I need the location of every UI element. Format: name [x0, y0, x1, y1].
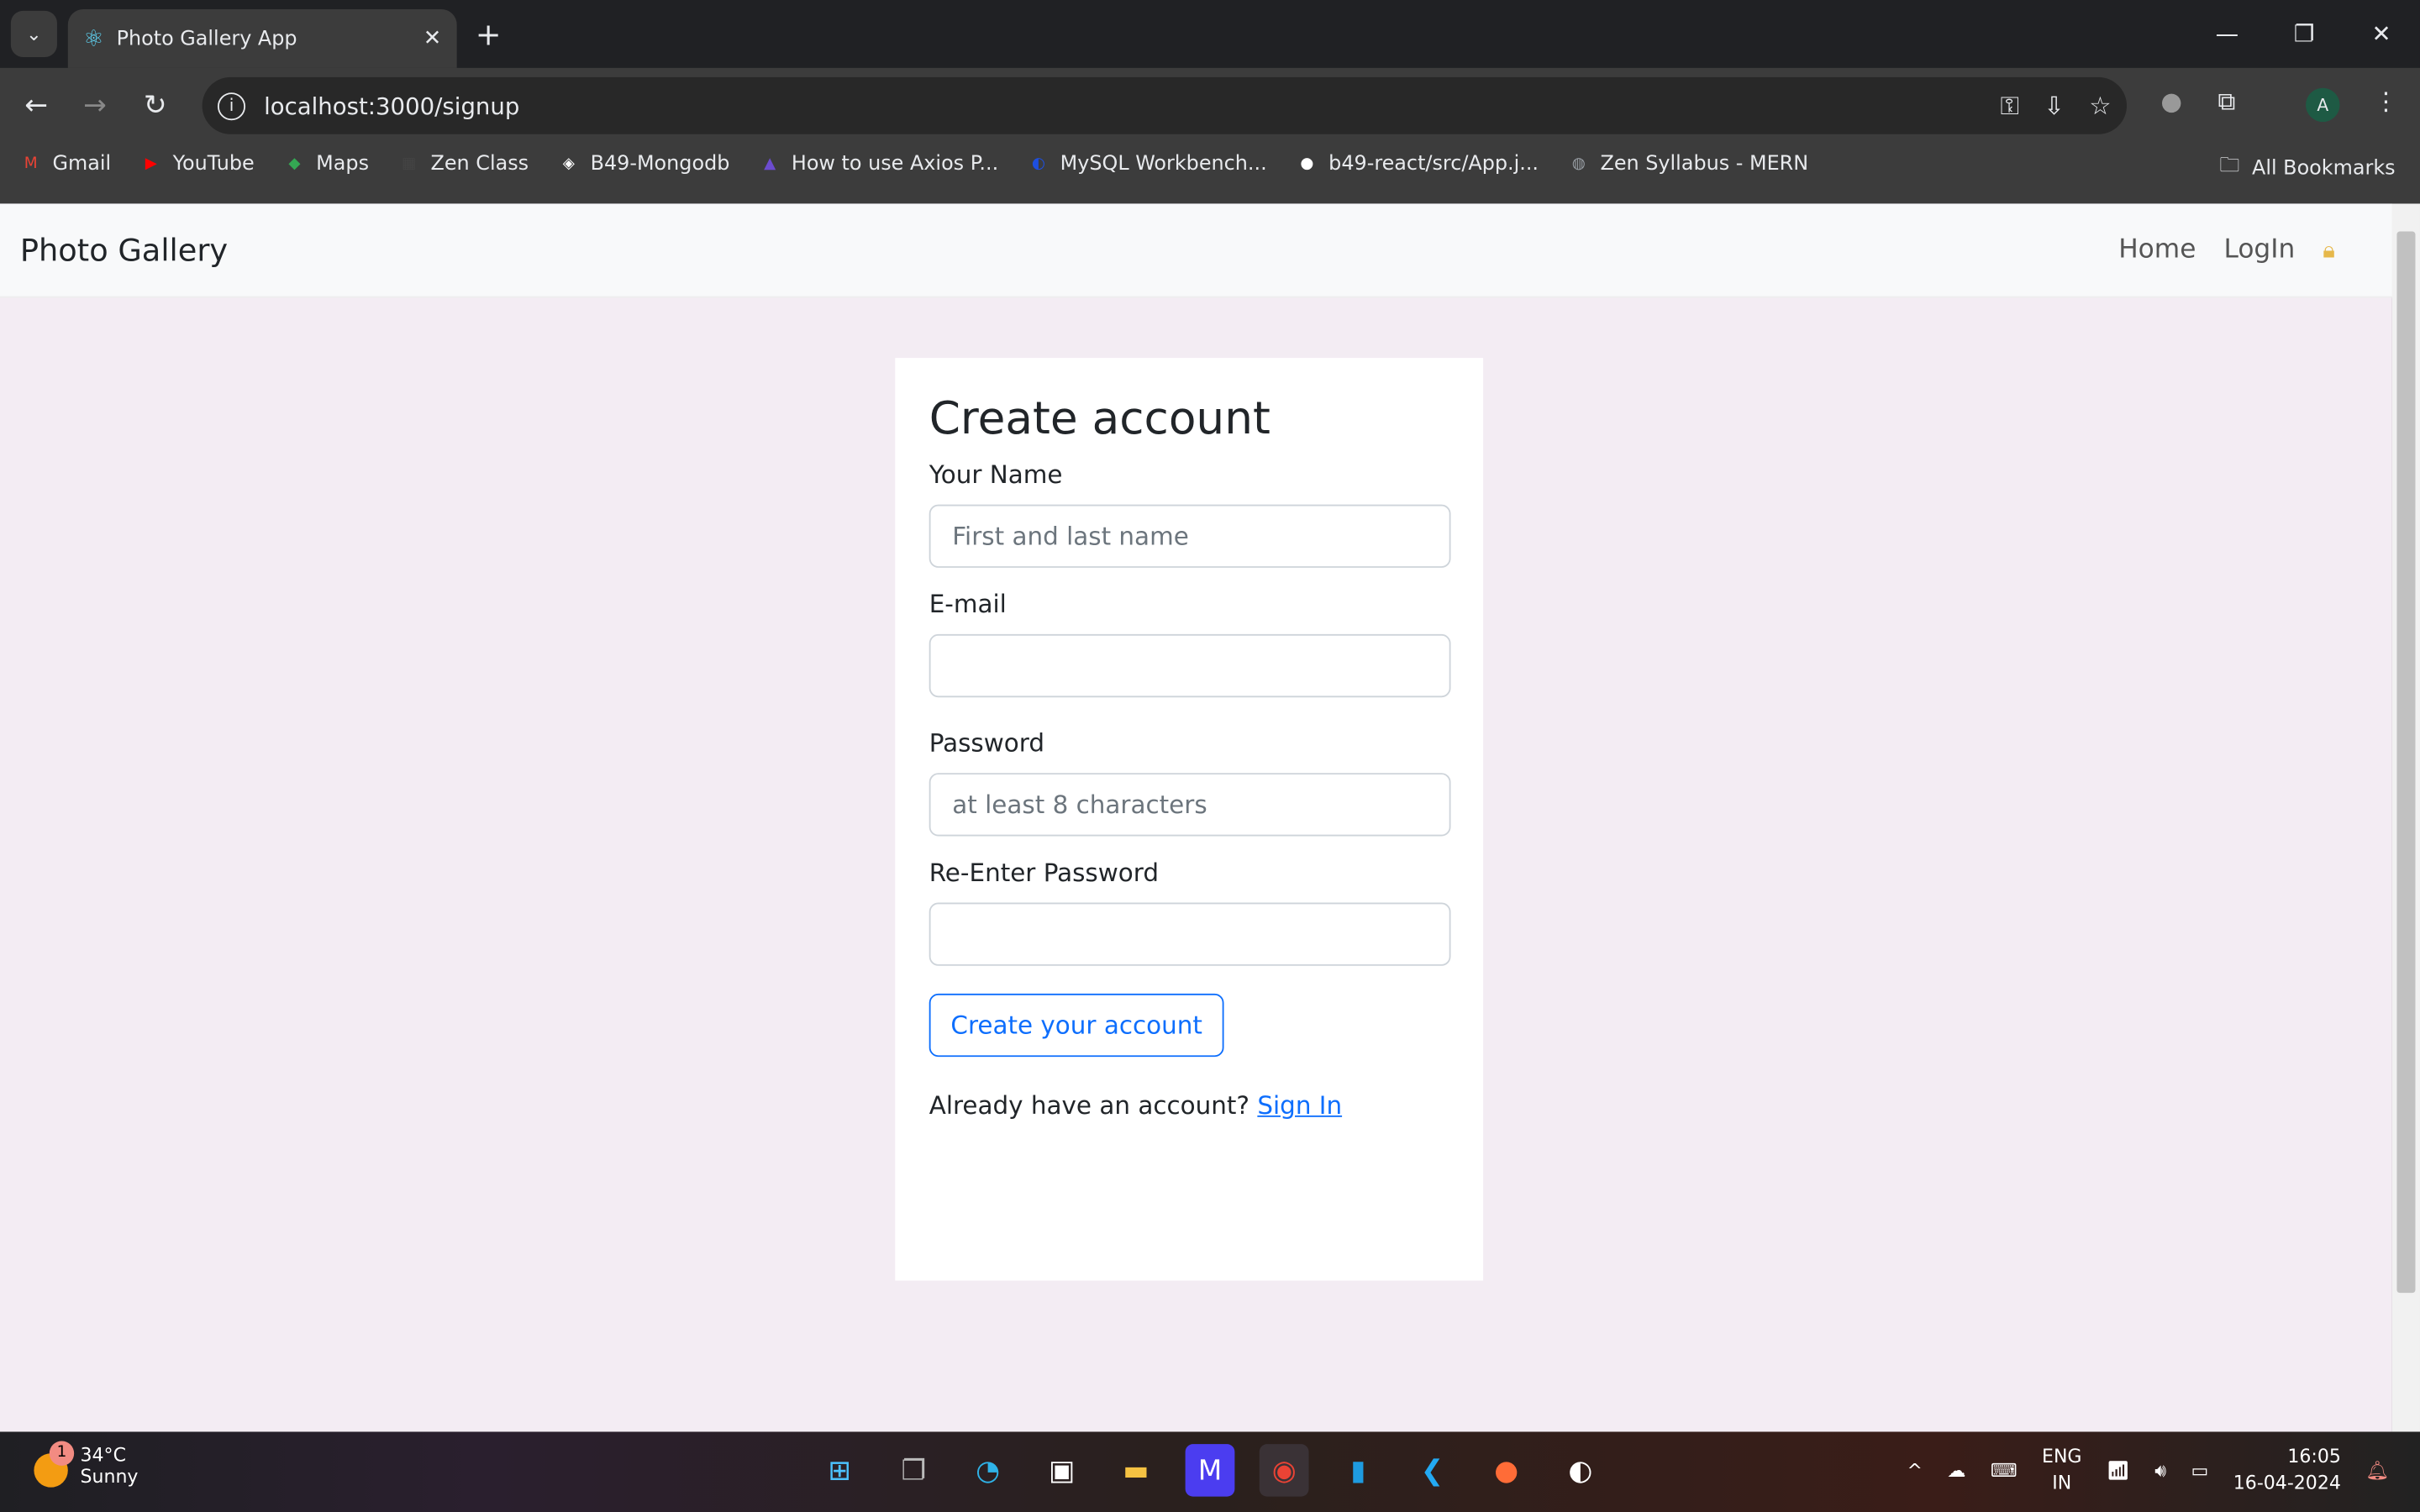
- bookmark-item[interactable]: ▶ YouTube: [139, 151, 255, 176]
- file-explorer-icon[interactable]: ▬: [1111, 1444, 1160, 1496]
- folder-icon: 🗀: [2219, 154, 2240, 178]
- chrome-icon[interactable]: ◉: [1259, 1444, 1309, 1497]
- browser-tab[interactable]: ⚛ Photo Gallery App ✕: [67, 9, 457, 68]
- volume-icon[interactable]: 🔊︎: [2154, 1459, 2166, 1483]
- all-bookmarks-button[interactable]: 🗀 All Bookmarks: [2219, 151, 2395, 185]
- repassword-input[interactable]: [929, 902, 1451, 966]
- lock-icon[interactable]: 🔒︎: [2323, 236, 2335, 264]
- brand-link[interactable]: Photo Gallery: [20, 232, 228, 269]
- signup-card: Create account Your Name E-mail Password…: [895, 358, 1484, 1281]
- address-bar[interactable]: i localhost:3000/signup ⚿ ⇩ ☆: [202, 76, 2128, 134]
- wifi-icon[interactable]: 📶︎: [2107, 1460, 2130, 1482]
- form-title: Create account: [929, 391, 1270, 444]
- page-content: Photo Gallery Home LogIn 🔒︎ Create accou…: [0, 203, 2392, 1432]
- chevron-up-icon[interactable]: ^: [1907, 1460, 1923, 1482]
- maps-icon: ◆: [288, 155, 301, 172]
- bookmark-item[interactable]: ● b49-react/src/App.j...: [1295, 151, 1539, 176]
- app-icon[interactable]: M: [1185, 1444, 1235, 1497]
- rocket-icon: ▲: [764, 155, 776, 172]
- extensions-puzzle-icon[interactable]: ⧉: [2217, 87, 2235, 118]
- bookmark-item[interactable]: ◆ Maps: [282, 151, 369, 176]
- bookmark-item[interactable]: ◍ Zen Syllabus - MERN: [1566, 151, 1808, 176]
- clock[interactable]: 16:05 16-04-2024: [2233, 1444, 2341, 1496]
- site-info-icon[interactable]: i: [217, 92, 246, 120]
- language-indicator[interactable]: ENG IN: [2042, 1444, 2081, 1496]
- tab-bar: ⌄ ⚛ Photo Gallery App ✕ + — ❐ ✕: [0, 0, 2420, 68]
- github-icon: ●: [1300, 155, 1314, 172]
- password-key-icon[interactable]: ⚿: [2001, 90, 2019, 121]
- sun-icon: 1: [34, 1441, 75, 1488]
- signin-link[interactable]: Sign In: [1257, 1091, 1342, 1121]
- close-tab-icon[interactable]: ✕: [424, 26, 442, 50]
- weather-widget[interactable]: 1 34°C Sunny: [34, 1441, 139, 1488]
- close-window-button[interactable]: ✕: [2343, 0, 2420, 68]
- temperature: 34°C: [80, 1444, 126, 1466]
- repassword-label: Re-Enter Password: [929, 858, 1159, 888]
- react-icon: ⚛: [83, 24, 104, 53]
- windows-taskbar: 1 34°C Sunny ⊞ ❐ ◔ ▣ ▬ M ◉ ▮ ❮ ● ◐ ^ ☁ ⌨ …: [0, 1431, 2420, 1512]
- weather-condition: Sunny: [80, 1465, 139, 1488]
- name-label: Your Name: [929, 459, 1063, 490]
- password-input[interactable]: [929, 773, 1451, 837]
- restore-button[interactable]: ❐: [2265, 0, 2343, 68]
- notepad-icon[interactable]: ▮: [1334, 1444, 1383, 1496]
- browser-toolbar: ← → ↻ i localhost:3000/signup ⚿ ⇩ ☆ ● ⧉ A …: [0, 67, 2420, 204]
- store-icon[interactable]: ▣: [1037, 1444, 1086, 1496]
- windows-start-icon[interactable]: ⊞: [815, 1444, 865, 1496]
- bookmarks-bar: M Gmail ▶ YouTube ◆ Maps ▦ Zen Class ◈ B49-Mongod…: [18, 151, 2420, 176]
- youtube-icon: ▶: [145, 155, 157, 172]
- nav-login-link[interactable]: LogIn: [2223, 234, 2295, 265]
- extension-icon[interactable]: ●: [2160, 87, 2182, 116]
- bookmark-star-icon[interactable]: ☆: [2089, 90, 2111, 121]
- back-button[interactable]: ←: [24, 90, 48, 123]
- gmail-icon: M: [24, 155, 38, 172]
- mysql-icon: ◐: [1031, 155, 1045, 172]
- name-input[interactable]: [929, 504, 1451, 568]
- vscode-icon[interactable]: ❮: [1407, 1444, 1457, 1496]
- tab-search-button[interactable]: ⌄: [10, 10, 57, 57]
- bookmark-item[interactable]: ▲ How to use Axios P...: [757, 151, 998, 176]
- chevron-down-icon: ⌄: [26, 23, 42, 45]
- bookmark-item[interactable]: ▦ Zen Class: [397, 151, 529, 176]
- install-app-icon[interactable]: ⇩: [2044, 90, 2065, 121]
- app-navbar: Photo Gallery Home LogIn 🔒︎: [0, 203, 2392, 298]
- bookmark-item[interactable]: M Gmail: [18, 151, 111, 176]
- notification-bell-icon[interactable]: 🔔︎: [2365, 1460, 2389, 1482]
- notification-badge: 1: [49, 1441, 75, 1466]
- reload-button[interactable]: ↻: [144, 90, 167, 123]
- onedrive-icon[interactable]: ☁: [1947, 1460, 1965, 1482]
- nav-home-link[interactable]: Home: [2118, 234, 2196, 265]
- bookmark-item[interactable]: ◐ MySQL Workbench...: [1026, 151, 1267, 176]
- create-account-button[interactable]: Create your account: [929, 993, 1224, 1058]
- new-tab-button[interactable]: +: [476, 15, 502, 52]
- page-scrollbar[interactable]: [2391, 203, 2420, 1432]
- edge-icon[interactable]: ◔: [963, 1444, 1013, 1496]
- tab-title: Photo Gallery App: [116, 27, 297, 50]
- minimize-button[interactable]: —: [2188, 0, 2265, 68]
- globe-icon: ◍: [1571, 155, 1586, 172]
- email-input[interactable]: [929, 633, 1451, 698]
- bookmark-item[interactable]: ◈ B49-Mongodb: [556, 151, 730, 176]
- zen-class-icon: ▦: [402, 155, 417, 172]
- menu-kebab-icon[interactable]: ⋮: [2374, 87, 2398, 116]
- signin-prompt: Already have an account? Sign In: [929, 1090, 1343, 1121]
- battery-icon[interactable]: ▭: [2191, 1460, 2209, 1482]
- codepen-icon: ◈: [562, 155, 575, 172]
- profile-avatar[interactable]: A: [2306, 87, 2340, 123]
- url-text[interactable]: localhost:3000/signup: [264, 92, 519, 119]
- email-label: E-mail: [929, 589, 1007, 619]
- forward-button[interactable]: →: [83, 90, 107, 123]
- mongodb-compass-icon[interactable]: ◐: [1555, 1444, 1605, 1496]
- task-view-icon[interactable]: ❐: [889, 1444, 939, 1496]
- scrollbar-thumb[interactable]: [2396, 231, 2416, 1294]
- keyboard-icon[interactable]: ⌨: [1991, 1460, 2018, 1482]
- postman-icon[interactable]: ●: [1481, 1444, 1531, 1496]
- password-label: Password: [929, 727, 1044, 758]
